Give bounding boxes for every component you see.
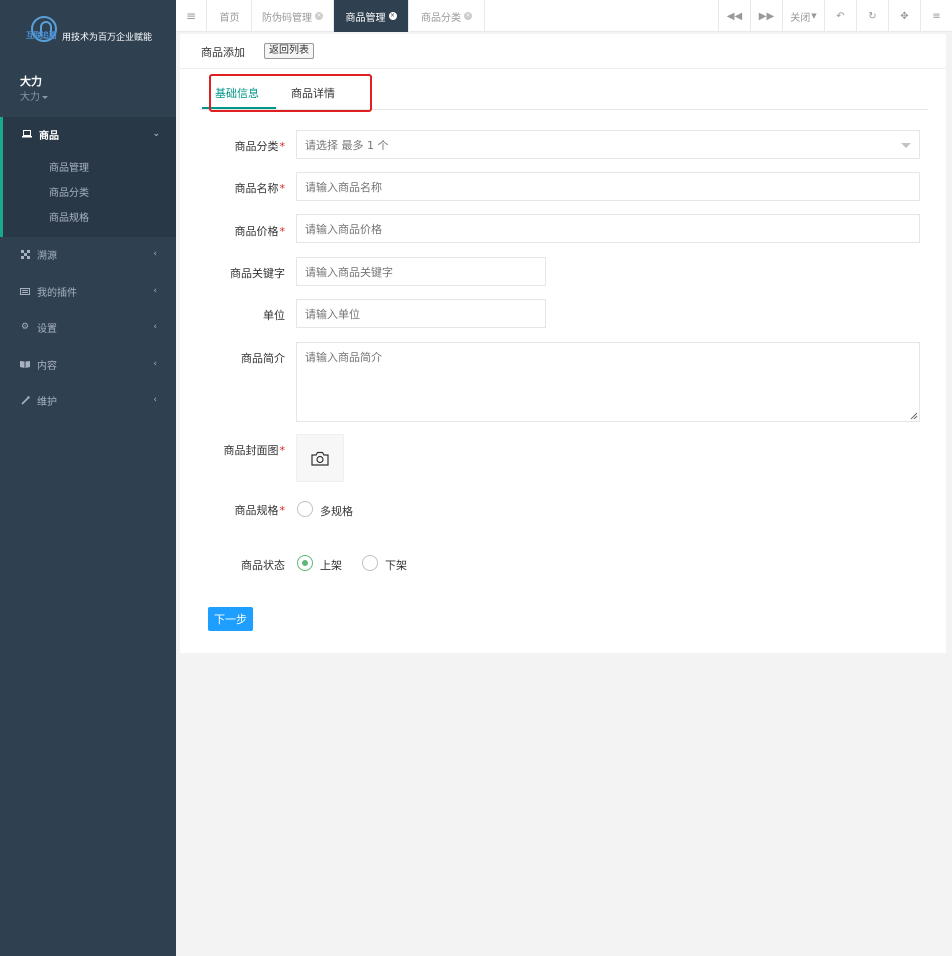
- intro-placeholder: 请输入商品简介: [305, 351, 382, 364]
- sidebar-subitem-goods-category[interactable]: 商品分类: [49, 184, 89, 199]
- camera-icon: [311, 451, 329, 466]
- price-placeholder: 请输入商品价格: [305, 222, 382, 236]
- spec-label: 商品规格*: [234, 504, 286, 517]
- user-role-dropdown[interactable]: 大力: [20, 88, 48, 103]
- highlight-box: [209, 74, 372, 112]
- category-label: 商品分类*: [234, 140, 286, 153]
- close-tabs-label: 关闭: [790, 12, 811, 24]
- cover-upload-button[interactable]: [296, 434, 344, 482]
- user-name: 大力: [20, 75, 42, 88]
- category-placeholder: 请选择 最多 1 个: [305, 138, 389, 152]
- intro-label: 商品简介: [241, 352, 285, 365]
- tab-home[interactable]: 首页: [208, 0, 252, 32]
- chevron-left-icon: ‹: [153, 359, 157, 369]
- menu-toggle-icon[interactable]: ≡: [176, 0, 207, 32]
- sidebar-item-label: 设置: [37, 323, 57, 335]
- book-icon: [20, 360, 30, 368]
- content-panel: 商品添加 返回列表 基础信息 商品详情 商品分类* 请选择 最多 1 个 商品名…: [180, 34, 946, 653]
- spec-multi-radio[interactable]: [297, 501, 313, 517]
- fullscreen-move-icon[interactable]: ✥: [888, 0, 920, 32]
- sidebar-item-trace[interactable]: 溯源 ‹: [20, 244, 172, 264]
- chevron-down-icon: [901, 143, 911, 148]
- caret-down-icon: [42, 95, 48, 99]
- chevron-left-icon: ‹: [153, 322, 157, 332]
- sidebar-item-goods[interactable]: 商品 ⌄: [22, 124, 172, 144]
- goods-name-input[interactable]: 请输入商品名称: [296, 172, 920, 201]
- gear-icon: ⚙: [20, 322, 30, 332]
- cover-label: 商品封面图*: [223, 444, 286, 457]
- keyword-placeholder: 请输入商品关键字: [305, 265, 393, 279]
- name-placeholder: 请输入商品名称: [305, 180, 382, 194]
- back-to-list-button[interactable]: 返回列表: [264, 43, 314, 59]
- tab-label: 首页: [219, 12, 240, 24]
- sidebar-item-label: 内容: [37, 360, 57, 372]
- name-label: 商品名称*: [234, 182, 286, 195]
- status-on-label: 上架: [320, 559, 342, 572]
- chevron-left-icon: ‹: [153, 395, 157, 405]
- status-on-radio[interactable]: [297, 555, 313, 571]
- price-label: 商品价格*: [234, 225, 286, 238]
- resize-handle-icon[interactable]: [910, 412, 918, 420]
- close-tabs-dropdown[interactable]: 关闭 ▼: [782, 0, 824, 32]
- close-icon[interactable]: ×: [315, 12, 323, 20]
- chevron-left-icon: ‹: [153, 286, 157, 296]
- user-role-label: 大力: [20, 92, 40, 103]
- goods-intro-textarea[interactable]: 请输入商品简介: [296, 342, 920, 422]
- keyword-label: 商品关键字: [230, 267, 285, 280]
- category-select[interactable]: 请选择 最多 1 个: [296, 130, 920, 159]
- tab-goods-manage[interactable]: 商品管理 ×: [334, 0, 409, 32]
- sidebar-subitem-goods-manage[interactable]: 商品管理: [49, 159, 89, 174]
- spec-multi-label: 多规格: [320, 505, 353, 518]
- chevron-down-icon: ⌄: [152, 129, 160, 139]
- sidebar-item-content[interactable]: 内容 ‹: [20, 354, 172, 374]
- sidebar-item-label: 维护: [37, 396, 57, 408]
- scroll-right-icon[interactable]: ▶▶: [750, 0, 782, 32]
- undo-icon[interactable]: ↶: [824, 0, 856, 32]
- next-step-button[interactable]: 下一步: [208, 607, 253, 631]
- qrcode-icon: [20, 249, 30, 259]
- tab-label: 商品管理: [345, 12, 386, 24]
- close-icon[interactable]: ×: [464, 12, 472, 20]
- sidebar-item-label: 我的插件: [37, 287, 77, 299]
- tab-bar: ≡ 首页 防伪码管理 × 商品管理 × 商品分类 × ◀◀ ▶▶ 关闭 ▼ ↶ ↻ ✥ …: [176, 0, 952, 32]
- keyboard-icon: [20, 287, 30, 295]
- sidebar-item-settings[interactable]: ⚙ 设置 ‹: [20, 317, 172, 337]
- unit-placeholder: 请输入单位: [305, 307, 360, 321]
- sidebar-subitem-goods-spec[interactable]: 商品规格: [49, 209, 89, 224]
- sidebar-item-label: 溯源: [37, 250, 57, 262]
- tab-anticounterfeit[interactable]: 防伪码管理 ×: [252, 0, 334, 32]
- sidebar-item-label: 商品: [39, 130, 59, 142]
- scroll-left-icon[interactable]: ◀◀: [718, 0, 750, 32]
- panel-header: 商品添加 返回列表: [180, 34, 946, 69]
- status-off-radio[interactable]: [362, 555, 378, 571]
- unit-label: 单位: [263, 309, 285, 322]
- tab-label: 防伪码管理: [262, 12, 312, 24]
- sidebar-item-maintain[interactable]: 维护 ‹: [20, 390, 172, 410]
- caret-down-icon: ▼: [811, 12, 817, 20]
- unit-input[interactable]: 请输入单位: [296, 299, 546, 328]
- status-label: 商品状态: [241, 559, 285, 572]
- logo-slogan: 用技术为百万企业赋能: [62, 33, 153, 43]
- status-off-label: 下架: [385, 559, 407, 572]
- magic-wand-icon: [20, 395, 30, 405]
- refresh-icon[interactable]: ↻: [856, 0, 888, 32]
- logo-brand: 互联追溯: [26, 31, 57, 40]
- menu-bars-icon[interactable]: ≡: [920, 0, 952, 32]
- goods-price-input[interactable]: 请输入商品价格: [296, 214, 920, 243]
- tab-label: 商品分类: [421, 12, 461, 24]
- logo: 互联追溯 用技术为百万企业赋能: [26, 16, 166, 56]
- chevron-left-icon: ‹: [153, 249, 157, 259]
- laptop-icon: [22, 130, 32, 138]
- logo-badge-icon: 互联追溯: [26, 16, 62, 52]
- close-icon[interactable]: ×: [388, 12, 397, 20]
- goods-keyword-input[interactable]: 请输入商品关键字: [296, 257, 546, 286]
- page-title: 商品添加: [201, 46, 245, 59]
- sidebar-item-plugins[interactable]: 我的插件 ‹: [20, 281, 172, 301]
- next-step-label: 下一步: [214, 613, 247, 626]
- sidebar: 互联追溯 用技术为百万企业赋能 大力 大力 商品 ⌄ 商品管理 商品分类 商品规…: [0, 0, 176, 956]
- tab-goods-category[interactable]: 商品分类 ×: [409, 0, 485, 32]
